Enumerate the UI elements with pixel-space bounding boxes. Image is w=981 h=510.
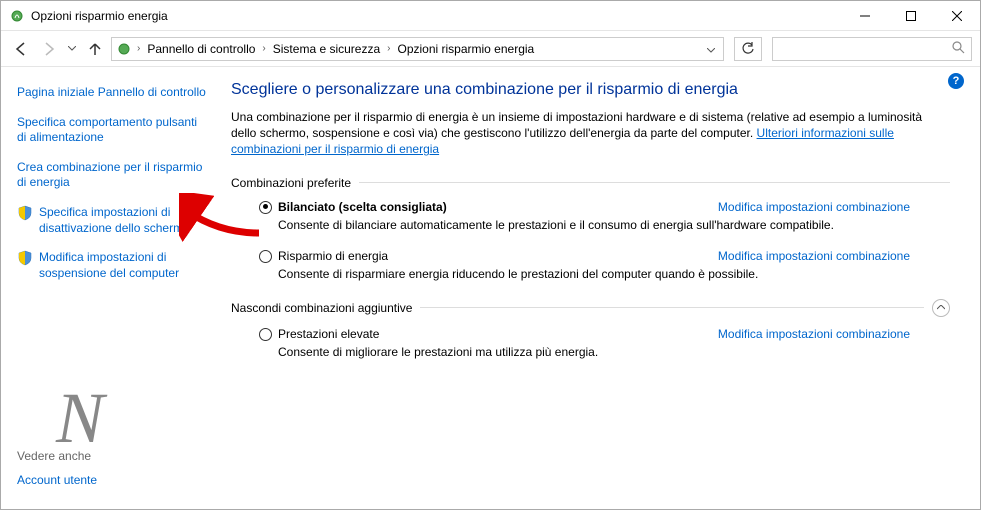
window-controls (842, 1, 980, 30)
address-bar[interactable]: › Pannello di controllo › Sistema e sicu… (111, 37, 724, 61)
plan-description: Consente di risparmiare energia riducend… (278, 267, 950, 283)
radio-saver[interactable] (259, 250, 272, 263)
plan-name[interactable]: Bilanciato (scelta consigliata) (278, 200, 447, 214)
sidebar-link-create[interactable]: Crea combinazione per il risparmio di en… (17, 160, 209, 191)
help-icon[interactable]: ? (948, 73, 964, 89)
breadcrumb-item[interactable]: Sistema e sicurezza (271, 42, 382, 56)
sidebar: Pagina iniziale Pannello di controllo Sp… (1, 67, 221, 509)
titlebar: Opzioni risparmio energia (1, 1, 980, 31)
change-plan-link[interactable]: Modifica impostazioni combinazione (718, 249, 910, 263)
collapse-button[interactable] (932, 299, 950, 317)
plan-name[interactable]: Risparmio di energia (278, 249, 388, 263)
search-input[interactable] (772, 37, 972, 61)
chevron-right-icon: › (384, 43, 393, 54)
sidebar-link-buttons[interactable]: Specifica comportamento pulsanti di alim… (17, 115, 209, 146)
section-title: Nascondi combinazioni aggiuntive (231, 301, 412, 315)
address-icon (116, 41, 132, 57)
refresh-button[interactable] (734, 37, 762, 61)
address-dropdown[interactable] (703, 42, 719, 56)
divider (420, 307, 924, 308)
forward-button[interactable] (37, 37, 61, 61)
section-title: Combinazioni preferite (231, 176, 351, 190)
main-panel: ? Scegliere o personalizzare una combina… (221, 67, 980, 509)
up-button[interactable] (83, 37, 107, 61)
search-icon (951, 40, 965, 57)
page-title: Scegliere o personalizzare una combinazi… (231, 81, 950, 99)
window-title: Opzioni risparmio energia (31, 9, 842, 23)
sidebar-link-account[interactable]: Account utente (17, 473, 209, 489)
plan-description: Consente di bilanciare automaticamente l… (278, 218, 950, 234)
plan-high-row: Prestazioni elevate Modifica impostazion… (259, 327, 950, 341)
app-icon (9, 8, 25, 24)
history-dropdown[interactable] (65, 37, 79, 61)
close-button[interactable] (934, 1, 980, 30)
change-plan-link[interactable]: Modifica impostazioni combinazione (718, 327, 910, 341)
chevron-right-icon: › (259, 43, 268, 54)
see-also-header: Vedere anche (17, 449, 209, 463)
change-plan-link[interactable]: Modifica impostazioni combinazione (718, 200, 910, 214)
page-description: Una combinazione per il risparmio di ene… (231, 109, 950, 158)
nav-bar: › Pannello di controllo › Sistema e sicu… (1, 31, 980, 67)
sidebar-link-home[interactable]: Pagina iniziale Pannello di controllo (17, 85, 209, 101)
shield-icon (17, 250, 33, 266)
shield-icon (17, 205, 33, 221)
sidebar-link-sleep[interactable]: Modifica impostazioni di sospensione del… (17, 250, 209, 281)
back-button[interactable] (9, 37, 33, 61)
radio-high[interactable] (259, 328, 272, 341)
maximize-button[interactable] (888, 1, 934, 30)
divider (359, 182, 950, 183)
plan-description: Consente di migliorare le prestazioni ma… (278, 345, 950, 361)
content-area: Pagina iniziale Pannello di controllo Sp… (1, 67, 980, 509)
minimize-button[interactable] (842, 1, 888, 30)
breadcrumb-item[interactable]: Opzioni risparmio energia (395, 42, 536, 56)
plan-saver-row: Risparmio di energia Modifica impostazio… (259, 249, 950, 263)
chevron-right-icon: › (134, 43, 143, 54)
additional-plans-section: Nascondi combinazioni aggiuntive Prestaz… (231, 299, 950, 361)
radio-balanced[interactable] (259, 201, 272, 214)
plan-name[interactable]: Prestazioni elevate (278, 327, 379, 341)
plan-balanced-row: Bilanciato (scelta consigliata) Modifica… (259, 200, 950, 214)
preferred-plans-section: Combinazioni preferite Bilanciato (scelt… (231, 176, 950, 283)
sidebar-link-display[interactable]: Specifica impostazioni di disattivazione… (17, 205, 209, 236)
breadcrumb-item[interactable]: Pannello di controllo (145, 42, 257, 56)
